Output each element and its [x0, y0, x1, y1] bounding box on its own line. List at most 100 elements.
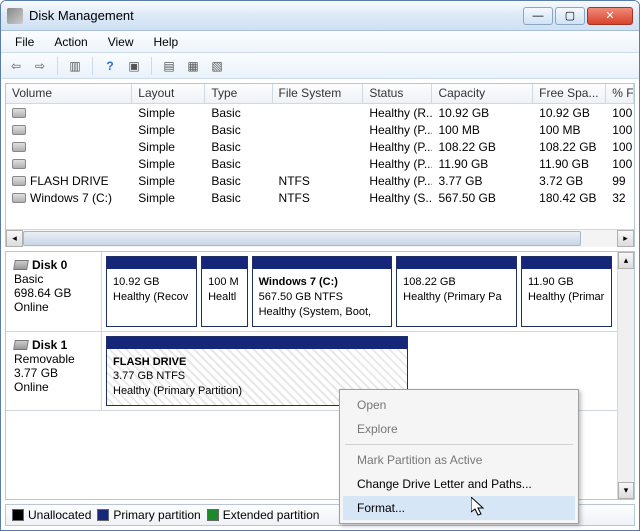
- cell: [6, 142, 132, 152]
- partition[interactable]: 10.92 GBHealthy (Recov: [106, 256, 197, 327]
- volume-row[interactable]: SimpleBasicHealthy (P...11.90 GB11.90 GB…: [6, 155, 634, 172]
- volume-row[interactable]: SimpleBasicHealthy (P...100 MB100 MB100: [6, 121, 634, 138]
- col-pct[interactable]: % F: [606, 84, 634, 103]
- col-status[interactable]: Status: [363, 84, 432, 103]
- cell: 108.22 GB: [432, 140, 533, 154]
- drive-icon: [12, 176, 26, 186]
- partition[interactable]: 11.90 GBHealthy (Primar: [521, 256, 612, 327]
- maximize-button[interactable]: ▢: [555, 7, 585, 25]
- scroll-up-button[interactable]: ▴: [618, 252, 634, 269]
- legend-swatch: [207, 509, 219, 521]
- col-layout[interactable]: Layout: [132, 84, 205, 103]
- cell: Simple: [132, 140, 205, 154]
- help-icon[interactable]: ?: [99, 55, 121, 77]
- disk-row: Disk 0Basic698.64 GBOnline10.92 GBHealth…: [6, 252, 634, 332]
- disk-icon: [13, 260, 29, 270]
- cell: Healthy (S...: [363, 191, 432, 205]
- cell: Basic: [205, 174, 272, 188]
- context-item-mark-partition-as-active: Mark Partition as Active: [343, 448, 575, 472]
- disk-info[interactable]: Disk 1Removable3.77 GBOnline: [6, 332, 102, 411]
- cell: Simple: [132, 106, 205, 120]
- cell: 180.42 GB: [533, 191, 606, 205]
- drive-icon: [12, 125, 26, 135]
- partition[interactable]: 108.22 GBHealthy (Primary Pa: [396, 256, 517, 327]
- cell: 100: [606, 157, 634, 171]
- cell: Simple: [132, 157, 205, 171]
- col-capacity[interactable]: Capacity: [432, 84, 533, 103]
- volume-row[interactable]: SimpleBasicHealthy (R...10.92 GB10.92 GB…: [6, 104, 634, 121]
- context-item-open: Open: [343, 393, 575, 417]
- context-item-change-drive-letter-and-paths[interactable]: Change Drive Letter and Paths...: [343, 472, 575, 496]
- cell: [6, 125, 132, 135]
- cell: Windows 7 (C:): [6, 191, 132, 205]
- menu-action[interactable]: Action: [44, 33, 97, 51]
- horizontal-scrollbar[interactable]: ◂ ▸: [6, 229, 634, 246]
- cell: 3.77 GB: [432, 174, 533, 188]
- cell: 99: [606, 174, 634, 188]
- legend-item: Extended partition: [207, 508, 320, 522]
- close-button[interactable]: ✕: [587, 7, 633, 25]
- cell: Simple: [132, 191, 205, 205]
- volume-row[interactable]: FLASH DRIVESimpleBasicNTFSHealthy (P...3…: [6, 172, 634, 189]
- legend-label: Unallocated: [28, 508, 91, 522]
- cell: Healthy (R...: [363, 106, 432, 120]
- cell: 32: [606, 191, 634, 205]
- scroll-down-button[interactable]: ▾: [618, 482, 634, 499]
- cell: Simple: [132, 174, 205, 188]
- toolbar-icon[interactable]: ▥: [64, 55, 86, 77]
- legend-label: Primary partition: [113, 508, 200, 522]
- cell: [6, 159, 132, 169]
- context-item-format[interactable]: Format...: [343, 496, 575, 520]
- menu-file[interactable]: File: [5, 33, 44, 51]
- cell: Healthy (P...: [363, 174, 432, 188]
- col-filesystem[interactable]: File System: [273, 84, 364, 103]
- legend-item: Unallocated: [12, 508, 91, 522]
- drive-icon: [12, 108, 26, 118]
- col-volume[interactable]: Volume: [6, 84, 132, 103]
- legend-swatch: [12, 509, 24, 521]
- toolbar-icon[interactable]: ▦: [182, 55, 204, 77]
- app-icon: [7, 8, 23, 24]
- toolbar-icon[interactable]: ▣: [123, 55, 145, 77]
- col-type[interactable]: Type: [205, 84, 272, 103]
- menu-help[interactable]: Help: [144, 33, 189, 51]
- cell: 100: [606, 106, 634, 120]
- partition[interactable]: 100 MHealtl: [201, 256, 248, 327]
- volume-row[interactable]: SimpleBasicHealthy (P...108.22 GB108.22 …: [6, 138, 634, 155]
- partition[interactable]: Windows 7 (C:)567.50 GB NTFSHealthy (Sys…: [252, 256, 393, 327]
- cell: [6, 108, 132, 118]
- scroll-left-button[interactable]: ◂: [6, 230, 23, 247]
- vertical-scrollbar[interactable]: ▴ ▾: [617, 252, 634, 499]
- cell: FLASH DRIVE: [6, 174, 132, 188]
- forward-button[interactable]: ⇨: [29, 55, 51, 77]
- volume-row[interactable]: Windows 7 (C:)SimpleBasicNTFSHealthy (S.…: [6, 189, 634, 206]
- cell: 11.90 GB: [432, 157, 533, 171]
- partitions: 10.92 GBHealthy (Recov100 MHealtlWindows…: [102, 252, 634, 331]
- cell: 100: [606, 140, 634, 154]
- cell: Simple: [132, 123, 205, 137]
- cell: 100 MB: [533, 123, 606, 137]
- menu-view[interactable]: View: [98, 33, 144, 51]
- minimize-button[interactable]: —: [523, 7, 553, 25]
- disk-info[interactable]: Disk 0Basic698.64 GBOnline: [6, 252, 102, 331]
- titlebar[interactable]: Disk Management — ▢ ✕: [1, 1, 639, 31]
- scroll-thumb[interactable]: [23, 231, 581, 246]
- cell: Basic: [205, 106, 272, 120]
- cell: NTFS: [273, 191, 364, 205]
- cell: Basic: [205, 191, 272, 205]
- cell: Healthy (P...: [363, 123, 432, 137]
- refresh-icon[interactable]: ▤: [158, 55, 180, 77]
- disk-icon: [13, 340, 29, 350]
- drive-icon: [12, 159, 26, 169]
- toolbar: ⇦ ⇨ ▥ ? ▣ ▤ ▦ ▧: [1, 53, 639, 79]
- back-button[interactable]: ⇦: [5, 55, 27, 77]
- cell: Basic: [205, 157, 272, 171]
- volume-list: Volume Layout Type File System Status Ca…: [5, 83, 635, 247]
- cell: 567.50 GB: [432, 191, 533, 205]
- toolbar-icon[interactable]: ▧: [206, 55, 228, 77]
- context-item-explore: Explore: [343, 417, 575, 441]
- scroll-right-button[interactable]: ▸: [617, 230, 634, 247]
- cell: 3.72 GB: [533, 174, 606, 188]
- cell: 10.92 GB: [432, 106, 533, 120]
- col-free[interactable]: Free Spa...: [533, 84, 606, 103]
